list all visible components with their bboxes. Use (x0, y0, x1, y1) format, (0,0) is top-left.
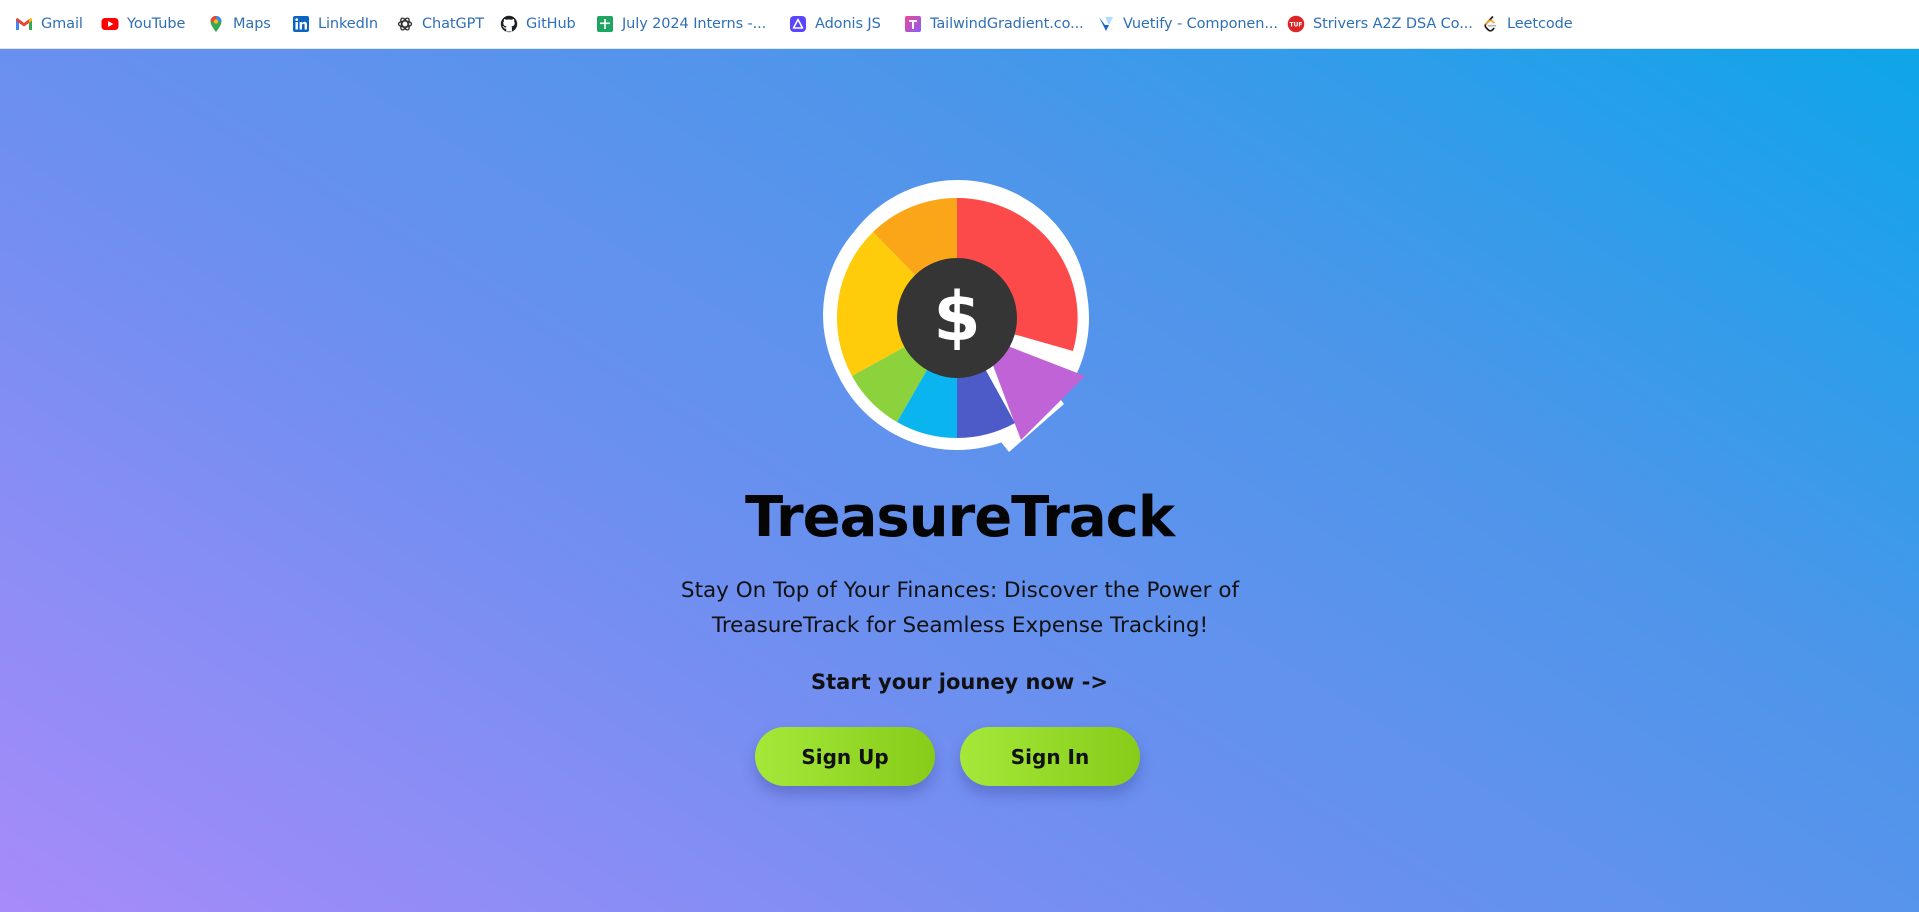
linkedin-icon (292, 15, 310, 33)
bookmark-label: ChatGPT (422, 16, 485, 32)
bookmark-chatgpt[interactable]: ChatGPT (396, 14, 484, 34)
bookmark-linkedin[interactable]: LinkedIn (292, 14, 378, 34)
github-icon (500, 15, 518, 33)
sheets-icon (596, 15, 614, 33)
bookmark-gmail[interactable]: Gmail (15, 14, 83, 34)
bookmarks-bar: Gmail YouTube Maps LinkedIn ChatGPT GitH… (0, 0, 1919, 49)
tagline: Stay On Top of Your Finances: Discover t… (680, 578, 1240, 638)
bookmark-tailwindgradient[interactable]: TailwindGradient.co... (904, 14, 1084, 34)
vuetify-icon (1097, 15, 1115, 33)
bookmark-youtube[interactable]: YouTube (101, 14, 185, 34)
bookmark-github[interactable]: GitHub (500, 14, 576, 34)
treasuretrack-logo-icon: $ (823, 180, 1089, 452)
bookmark-label: Adonis JS (815, 16, 881, 32)
tailwindgradient-icon (904, 15, 922, 33)
sign-up-button[interactable]: Sign Up (755, 727, 935, 786)
gmail-icon (15, 15, 33, 33)
bookmark-strivers-a2z[interactable]: TUF Strivers A2Z DSA Co... (1287, 14, 1473, 34)
bookmark-label: TailwindGradient.co... (930, 16, 1084, 32)
bookmark-label: Maps (233, 16, 271, 32)
bookmark-leetcode[interactable]: Leetcode (1481, 14, 1573, 34)
bookmark-adonisjs[interactable]: Adonis JS (789, 14, 881, 34)
bookmark-label: Gmail (41, 16, 83, 32)
youtube-icon (101, 15, 119, 33)
chatgpt-icon (396, 15, 414, 33)
bookmark-maps[interactable]: Maps (207, 14, 271, 34)
sign-in-button[interactable]: Sign In (960, 727, 1140, 786)
app-title: TreasureTrack (744, 485, 1175, 550)
bookmark-label: Vuetify - Componen... (1123, 16, 1278, 32)
call-to-action-text: Start your jouney now -> (811, 670, 1108, 694)
tuf-icon: TUF (1287, 15, 1305, 33)
bookmark-label: GitHub (526, 16, 576, 32)
bookmark-label: YouTube (127, 16, 186, 32)
dollar-sign: $ (933, 278, 980, 357)
bookmark-vuetify[interactable]: Vuetify - Componen... (1097, 14, 1278, 34)
bookmark-label: July 2024 Interns -... (622, 16, 767, 32)
leetcode-icon (1481, 15, 1499, 33)
bookmark-label: LinkedIn (318, 16, 378, 32)
bookmark-interns-sheet[interactable]: July 2024 Interns -... (596, 14, 766, 34)
adonisjs-icon (789, 15, 807, 33)
maps-icon (207, 15, 225, 33)
bookmark-label: Strivers A2Z DSA Co... (1313, 16, 1473, 32)
svg-text:TUF: TUF (1289, 21, 1302, 28)
bookmark-label: Leetcode (1507, 16, 1573, 32)
